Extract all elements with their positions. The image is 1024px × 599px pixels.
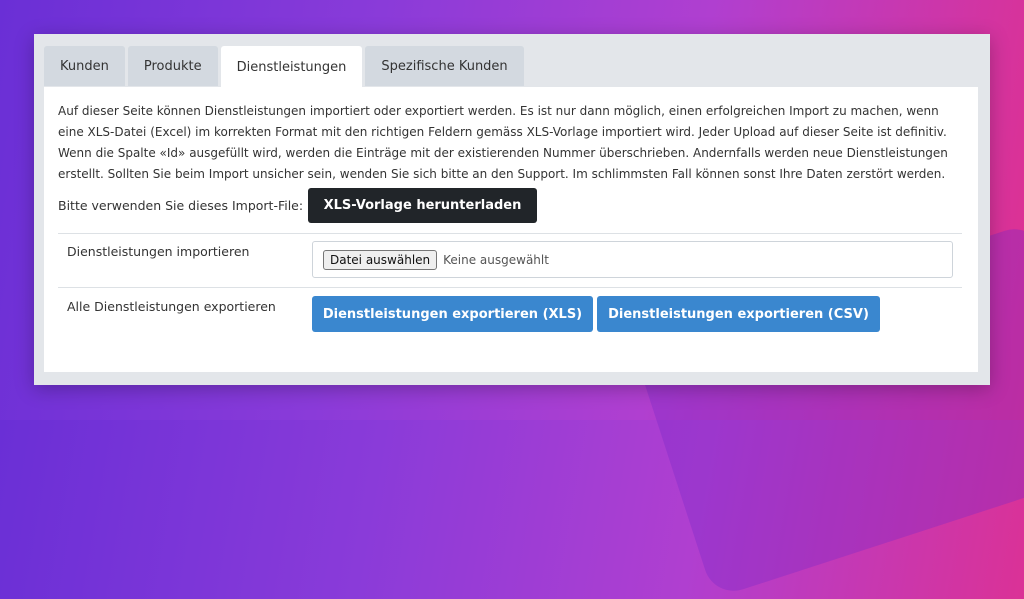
- download-template-button[interactable]: XLS-Vorlage herunterladen: [308, 188, 537, 223]
- file-input[interactable]: Datei auswählen Keine ausgewählt: [312, 241, 953, 278]
- tab-kunden[interactable]: Kunden: [44, 46, 125, 86]
- export-xls-button[interactable]: Dienstleistungen exportieren (XLS): [312, 296, 593, 332]
- intro-text: Auf dieser Seite können Dienstleistungen…: [58, 104, 948, 181]
- export-label: Alle Dienstleistungen exportieren: [67, 299, 276, 314]
- divider: [58, 287, 962, 288]
- import-label: Dienstleistungen importieren: [67, 244, 250, 259]
- tab-produkte[interactable]: Produkte: [127, 46, 218, 86]
- file-status: Keine ausgewählt: [443, 252, 549, 267]
- template-label: Bitte verwenden Sie dieses Import-File:: [58, 198, 304, 213]
- tab-bar: Kunden Produkte Dienstleistungen Spezifi…: [44, 46, 524, 88]
- import-export-window: Kunden Produkte Dienstleistungen Spezifi…: [34, 34, 990, 385]
- tab-spezifische-kunden[interactable]: Spezifische Kunden: [365, 46, 524, 86]
- tab-panel: Auf dieser Seite können Dienstleistungen…: [44, 87, 978, 372]
- export-csv-button[interactable]: Dienstleistungen exportieren (CSV): [597, 296, 880, 332]
- choose-file-button[interactable]: Datei auswählen: [323, 249, 438, 270]
- divider: [58, 233, 962, 234]
- tab-dienstleistungen[interactable]: Dienstleistungen: [220, 46, 363, 88]
